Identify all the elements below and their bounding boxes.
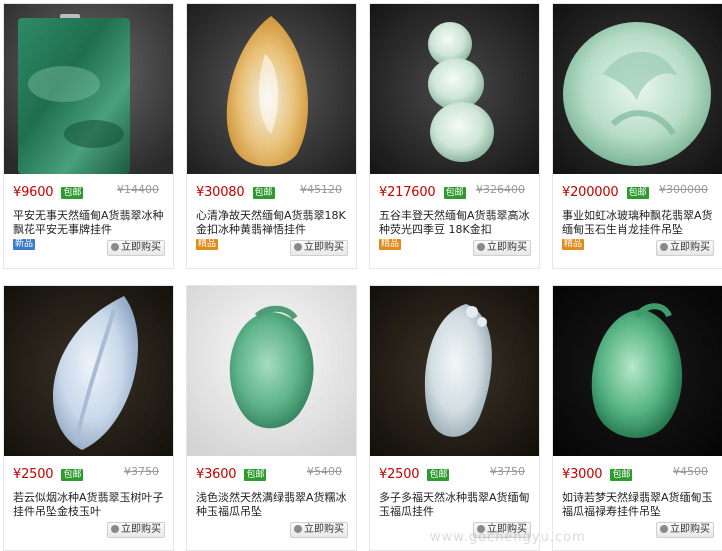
product-card[interactable]: ¥2500 包邮 ¥3750 若云似烟冰种A货翡翠玉树叶子挂件吊坠金枝玉叶 立即… (3, 285, 174, 551)
buy-now-label: 立即购买 (121, 524, 161, 535)
product-image[interactable] (553, 286, 722, 456)
product-card[interactable]: ¥3000 包邮 ¥4500 如诗若梦天然绿翡翠A货缅甸玉福瓜福禄寿挂件吊坠 立… (552, 285, 722, 551)
product-title[interactable]: 平安无事天然缅甸A货翡翠冰种飘花平安无事牌挂件 (13, 209, 171, 239)
price: ¥30080 (196, 185, 245, 200)
product-image[interactable] (553, 4, 722, 174)
price-row: ¥2500 包邮 ¥3750 (379, 464, 533, 482)
price-row: ¥3000 包邮 ¥4500 (562, 464, 716, 482)
tag-badge: 精品 (379, 239, 402, 250)
price: ¥9600 (13, 185, 54, 200)
product-grid: ¥9600 包邮 ¥14400 平安无事天然缅甸A货翡翠冰种飘花平安无事牌挂件 … (0, 0, 722, 551)
price-row: ¥30080 包邮 ¥45120 (196, 182, 350, 200)
free-shipping-badge: 包邮 (443, 186, 466, 199)
original-price: ¥3750 (124, 465, 159, 478)
price-row: ¥200000 包邮 ¥300000 (562, 182, 716, 200)
buy-now-button[interactable]: 立即购买 (656, 240, 714, 256)
price: ¥2500 (13, 467, 54, 482)
cart-icon (111, 243, 119, 251)
free-shipping-badge: 包邮 (610, 468, 633, 481)
price: ¥3600 (196, 467, 237, 482)
price-row: ¥9600 包邮 ¥14400 (13, 182, 167, 200)
product-image[interactable] (370, 286, 539, 456)
buy-now-button[interactable]: 立即购买 (473, 522, 531, 538)
cart-icon (477, 243, 485, 251)
buy-now-label: 立即购买 (304, 524, 344, 535)
product-title[interactable]: 五谷丰登天然缅甸A货翡翠高冰种荧光四季豆 18K金扣 (379, 209, 537, 239)
buy-now-button[interactable]: 立即购买 (656, 522, 714, 538)
cart-icon (294, 525, 302, 533)
product-card[interactable]: ¥217600 包邮 ¥326400 五谷丰登天然缅甸A货翡翠高冰种荧光四季豆 … (369, 3, 540, 269)
product-card[interactable]: ¥2500 包邮 ¥3750 多子多福天然冰种翡翠A货缅甸玉福瓜挂件 立即购买 (369, 285, 540, 551)
price: ¥217600 (379, 185, 436, 200)
original-price: ¥4500 (673, 465, 708, 478)
buy-now-label: 立即购买 (121, 242, 161, 253)
price: ¥200000 (562, 185, 619, 200)
product-card[interactable]: ¥9600 包邮 ¥14400 平安无事天然缅甸A货翡翠冰种飘花平安无事牌挂件 … (3, 3, 174, 269)
product-image[interactable] (4, 4, 173, 174)
product-card[interactable]: ¥3600 包邮 ¥5400 浅色淡然天然满绿翡翠A货糯冰种玉福瓜吊坠 立即购买 (186, 285, 357, 551)
product-image[interactable] (187, 286, 356, 456)
buy-now-button[interactable]: 立即购买 (107, 522, 165, 538)
product-image[interactable] (187, 4, 356, 174)
buy-now-label: 立即购买 (487, 242, 527, 253)
original-price: ¥326400 (476, 183, 525, 196)
buy-now-button[interactable]: 立即购买 (290, 522, 348, 538)
product-title[interactable]: 如诗若梦天然绿翡翠A货缅甸玉福瓜福禄寿挂件吊坠 (562, 491, 720, 521)
cart-icon (294, 243, 302, 251)
product-title[interactable]: 浅色淡然天然满绿翡翠A货糯冰种玉福瓜吊坠 (196, 491, 354, 521)
product-image[interactable] (4, 286, 173, 456)
buy-now-label: 立即购买 (304, 242, 344, 253)
original-price: ¥300000 (659, 183, 708, 196)
product-title[interactable]: 心清净故天然缅甸A货翡翠18K金扣冰种黄翡禅悟挂件 (196, 209, 354, 239)
product-card[interactable]: ¥200000 包邮 ¥300000 事业如虹冰玻璃种飘花翡翠A货缅甸玉石生肖龙… (552, 3, 722, 269)
tag-badge: 精品 (196, 239, 219, 250)
original-price: ¥45120 (300, 183, 342, 196)
free-shipping-badge: 包邮 (61, 186, 84, 199)
price-row: ¥3600 包邮 ¥5400 (196, 464, 350, 482)
free-shipping-badge: 包邮 (244, 468, 267, 481)
buy-now-button[interactable]: 立即购买 (290, 240, 348, 256)
product-title[interactable]: 事业如虹冰玻璃种飘花翡翠A货缅甸玉石生肖龙挂件吊坠 (562, 209, 720, 239)
buy-now-button[interactable]: 立即购买 (473, 240, 531, 256)
product-title[interactable]: 多子多福天然冰种翡翠A货缅甸玉福瓜挂件 (379, 491, 537, 521)
cart-icon (660, 525, 668, 533)
original-price: ¥5400 (307, 465, 342, 478)
free-shipping-badge: 包邮 (252, 186, 275, 199)
buy-now-button[interactable]: 立即购买 (107, 240, 165, 256)
tag-badge: 精品 (562, 239, 585, 250)
free-shipping-badge: 包邮 (626, 186, 649, 199)
cart-icon (477, 525, 485, 533)
price: ¥3000 (562, 467, 603, 482)
buy-now-label: 立即购买 (487, 524, 527, 535)
buy-now-label: 立即购买 (670, 524, 710, 535)
product-title[interactable]: 若云似烟冰种A货翡翠玉树叶子挂件吊坠金枝玉叶 (13, 491, 171, 521)
cart-icon (111, 525, 119, 533)
product-image[interactable] (370, 4, 539, 174)
buy-now-label: 立即购买 (670, 242, 710, 253)
original-price: ¥3750 (490, 465, 525, 478)
original-price: ¥14400 (117, 183, 159, 196)
free-shipping-badge: 包邮 (61, 468, 84, 481)
price-row: ¥2500 包邮 ¥3750 (13, 464, 167, 482)
price: ¥2500 (379, 467, 420, 482)
product-card[interactable]: ¥30080 包邮 ¥45120 心清净故天然缅甸A货翡翠18K金扣冰种黄翡禅悟… (186, 3, 357, 269)
tag-badge: 新品 (13, 239, 36, 250)
free-shipping-badge: 包邮 (427, 468, 450, 481)
cart-icon (660, 243, 668, 251)
price-row: ¥217600 包邮 ¥326400 (379, 182, 533, 200)
